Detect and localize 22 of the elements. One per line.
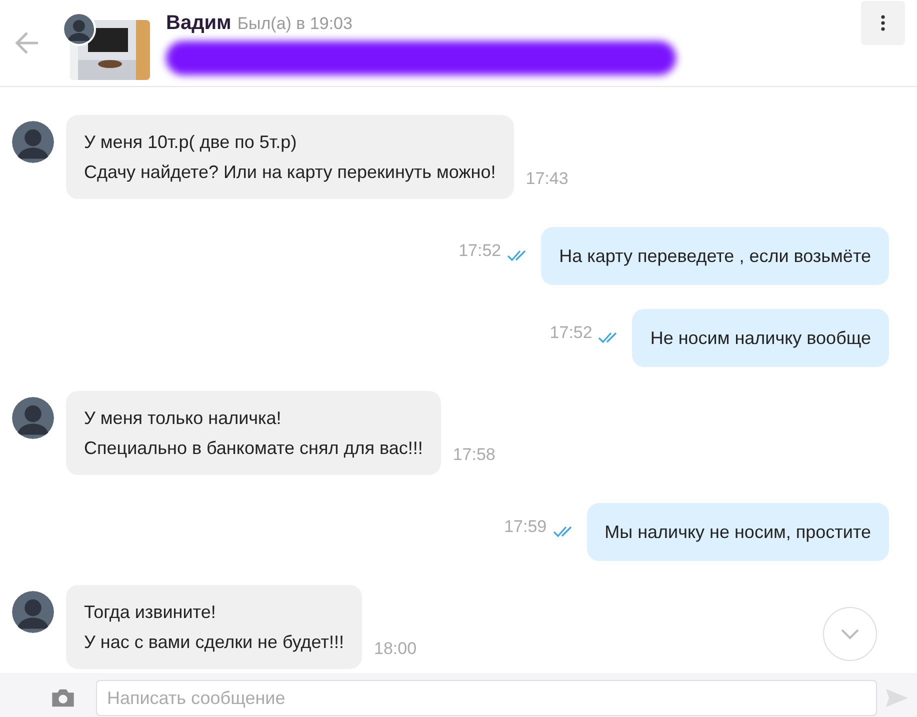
message-time: 17:52 <box>458 241 502 262</box>
message-time: 17:58 <box>452 445 496 466</box>
message-bubble: У меня 10т.р( две по 5т.р) Сдачу найдете? Или на карту перекинуть можно! <box>66 115 514 199</box>
message-bubble: Не носим наличку вообще <box>632 309 889 367</box>
message-field[interactable]: Написать сообщение <box>96 680 877 716</box>
message-bubble: На карту переведете , если возьмёте <box>541 227 889 285</box>
avatar[interactable] <box>12 121 54 163</box>
contact-name: Вадим <box>166 12 232 34</box>
message-bubble: Мы наличку не носим, простите <box>586 503 889 561</box>
message-time: 17:43 <box>526 169 568 190</box>
message-bubble: У меня только наличка! Специально в банкомате снял для вас!!! <box>66 391 441 475</box>
avatar[interactable] <box>62 12 96 46</box>
last-seen: Был(а) в 19:03 <box>237 14 352 34</box>
message-time: 17:52 <box>550 323 592 344</box>
avatar[interactable] <box>12 591 54 633</box>
message-time: 18:00 <box>374 639 417 660</box>
chevron-down-icon <box>840 628 860 640</box>
avatar[interactable] <box>12 397 54 439</box>
camera-icon[interactable] <box>50 687 76 709</box>
more-icon <box>881 15 885 31</box>
message-time: 17:59 <box>504 517 547 538</box>
message-bubble: Тогда извините! У нас с вами сделки не будет!!! <box>66 585 362 669</box>
